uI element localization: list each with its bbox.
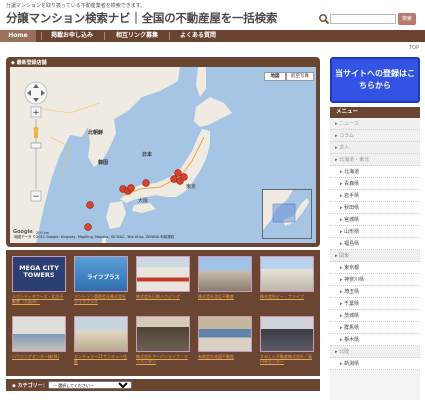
store-card[interactable]: ハウジングセンター緑(株) [10,314,68,372]
map-label-korea: 韓国 [98,160,109,166]
map-heading-text: 最新登録店舗 [16,60,47,66]
site-title[interactable]: 分譲マンション検索ナビ｜全国の不動産屋を一括検索 [6,10,277,26]
search-input[interactable] [330,14,396,24]
map-copyright[interactable]: 地図データ ©2011 Google, Kingway, MapKing, Ma… [14,235,174,240]
store-caption[interactable]: メガシティタワーズ・北谷不動産（大阪市） [12,294,66,304]
overview-map-landmass [263,190,309,230]
menu-category[interactable]: 関東 [330,250,420,262]
store-caption[interactable]: 株式会社北広不動産 [198,294,252,299]
store-photo[interactable] [198,316,252,352]
store-photo[interactable] [260,256,314,292]
store-card[interactable]: 株式会社北広不動産 [196,254,254,312]
store-card[interactable]: すみしん不動産株式会社／高円寺センター [258,314,316,372]
nav-divider [169,32,170,40]
map-label-tokyo: 東京 [186,184,197,190]
svg-text:+: + [32,108,40,118]
site-search: 検索 [318,13,418,25]
category-bar: ◆ カテゴリー： － 選択してください － [6,379,320,391]
nav-link-exchange[interactable]: 相互リンク募集 [107,30,167,42]
top-link[interactable]: TOP [409,45,419,51]
site-tagline: 分譲マンションを取り扱っている不動産業者を検索できます。 [6,3,146,9]
store-photo-text: MEGA CITY TOWERS [19,264,59,279]
store-photo-text: ライフプラス [87,275,120,281]
store-card[interactable]: 株式会社ビー・ファイブ [258,254,316,312]
store-photo[interactable]: ライフプラス [74,256,128,292]
map-label-japan: 日本 [142,152,153,158]
store-photo[interactable] [136,256,190,292]
menu-item[interactable]: 千葉県 [330,298,420,310]
store-card[interactable]: MEGA CITY TOWERS メガシティタワーズ・北谷不動産（大阪市） [10,254,68,312]
store-caption[interactable]: すみしん不動産株式会社／高円寺センター [260,354,314,364]
store-caption[interactable]: マンション管理会社株式会社ライフプラス [74,294,128,304]
store-card[interactable]: ライフプラス マンション管理会社株式会社ライフプラス [72,254,130,312]
category-label: ◆ カテゴリー： [12,383,48,389]
menu-item[interactable]: 東京都 [330,262,420,274]
menu-item[interactable]: 茨城県 [330,310,420,322]
menu-item[interactable]: 北海道 [330,166,420,178]
menu-category[interactable]: 求人 [330,142,420,154]
map-heading: ◆ 最新登録店舗 [11,60,47,66]
menu-item[interactable]: 秋田県 [330,202,420,214]
menu-category[interactable]: 北陸 [330,346,420,358]
latest-stores-map-panel: ◆ 最新登録店舗 + − 地図 航空写真 北朝鮮 韓国 日本 大阪 東京 Goo… [6,57,320,247]
map-view[interactable]: + − 地図 航空写真 北朝鮮 韓国 日本 大阪 東京 Google 200 k… [10,67,316,243]
menu-item[interactable]: 新潟県 [330,358,420,370]
store-caption[interactable]: 株式会社日興ハウジング [136,294,190,299]
menu-heading: メニュー [330,107,420,118]
register-banner[interactable]: 当サイトへの登録はこちらから [330,57,420,103]
menu-item[interactable]: 栃木県 [330,334,420,346]
nav-divider [104,32,105,40]
map-type-map-button[interactable]: 地図 [264,72,286,81]
store-photo[interactable] [198,256,252,292]
nav-divider [41,32,42,40]
menu-category[interactable]: ニュース [330,118,420,130]
menu-list: ニュースコラム求人北海道・東北北海道青森県岩手県秋田県宮城県山形県福島県関東東京… [330,118,420,370]
menu-item[interactable]: 青森県 [330,178,420,190]
menu-category[interactable]: コラム [330,130,420,142]
store-caption[interactable]: 有限会社花園不動産 [198,354,252,359]
map-type-satellite-button[interactable]: 航空写真 [286,72,314,81]
sidebar-menu: メニュー ニュースコラム求人北海道・東北北海道青森県岩手県秋田県宮城県山形県福島… [330,107,420,400]
nav-apply[interactable]: 掲載お申し込み [43,30,101,42]
overview-map[interactable] [262,189,312,239]
category-select[interactable]: － 選択してください － [48,381,132,389]
menu-item[interactable]: 福島県 [330,238,420,250]
menu-item[interactable]: 埼玉県 [330,286,420,298]
store-card[interactable]: 株式会社アーバンライフ・マンハッタン [134,314,192,372]
svg-text:−: − [32,192,40,202]
search-button[interactable]: 検索 [398,13,416,25]
menu-item[interactable]: 岩手県 [330,190,420,202]
category-label-text: カテゴリー： [17,383,48,389]
nav-faq[interactable]: よくある質問 [172,30,224,42]
menu-item[interactable]: 群馬県 [330,322,420,334]
menu-item[interactable]: 山形県 [330,226,420,238]
store-caption[interactable]: 株式会社ビー・ファイブ [260,294,314,299]
store-caption[interactable]: センチュリー21サンキュー住販 [74,354,128,364]
store-thumbnails: MEGA CITY TOWERS メガシティタワーズ・北谷不動産（大阪市） ライ… [6,250,320,376]
store-photo[interactable] [260,316,314,352]
menu-category[interactable]: 北海道・東北 [330,154,420,166]
main-nav: Home 掲載お申し込み 相互リンク募集 よくある質問 [0,30,425,42]
search-icon [319,14,330,25]
store-caption[interactable]: ハウジングセンター緑(株) [12,354,66,359]
store-photo[interactable]: MEGA CITY TOWERS [12,256,66,292]
store-card[interactable]: 有限会社花園不動産 [196,314,254,372]
register-banner-text: 当サイトへの登録はこちらから [335,69,415,90]
map-label-osaka: 大阪 [138,198,149,204]
store-photo[interactable] [136,316,190,352]
nav-home[interactable]: Home [0,30,36,42]
store-photo[interactable] [12,316,66,352]
store-card[interactable]: 株式会社日興ハウジング [134,254,192,312]
map-label-north-korea: 北朝鮮 [88,130,104,136]
store-card[interactable]: センチュリー21サンキュー住販 [72,314,130,372]
store-photo[interactable] [74,316,128,352]
menu-item[interactable]: 神奈川県 [330,274,420,286]
menu-item[interactable]: 宮城県 [330,214,420,226]
store-caption[interactable]: 株式会社アーバンライフ・マンハッタン [136,354,190,364]
